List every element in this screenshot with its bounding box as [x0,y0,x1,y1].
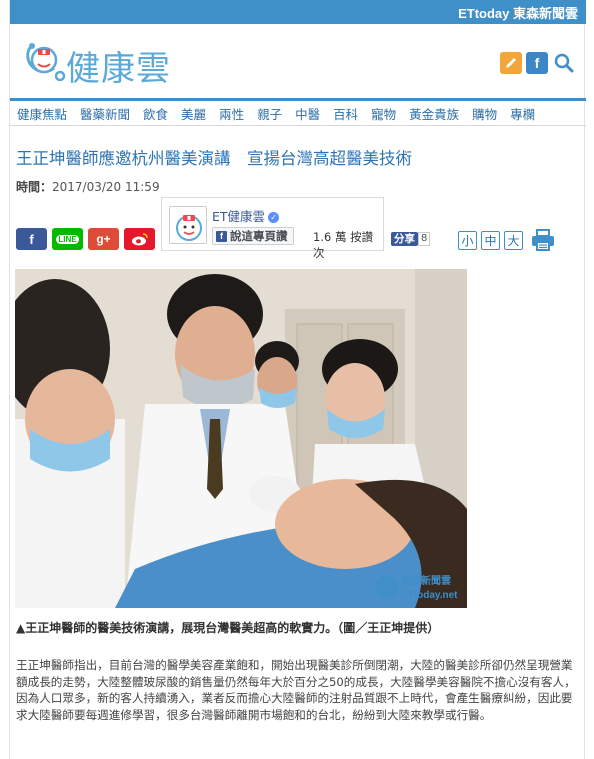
nav-item-health-focus[interactable]: 健康焦點 [17,104,67,123]
share-buttons: f LINE g+ [16,228,155,250]
article-datetime: 時間：2017/03/20 11:59 [16,178,160,195]
facebook-fan-box: ET健康雲 ✓ f 說這專頁讚 1.6 萬 按讚次 [161,197,384,260]
line-share-button[interactable]: LINE [52,228,83,250]
watermark-en: ETtoday.net [401,590,458,601]
top-bar: ETtoday 東森新聞雲 [10,0,586,24]
like-page-button[interactable]: f 說這專頁讚 [212,227,294,245]
font-medium-button[interactable]: 中 [481,230,500,250]
nav-item-encyclopedia[interactable]: 百科 [333,104,358,123]
nav-item-pets[interactable]: 寵物 [371,104,396,123]
facebook-share-button[interactable]: f [16,228,47,250]
page-name[interactable]: ET健康雲 ✓ [212,206,280,225]
print-icon[interactable] [531,229,555,251]
article-body: 王正坤醫師指出，目前台灣的醫學美容產業飽和，開始出現醫美診所倒閉潮，大陸的醫美診… [16,658,576,722]
font-large-button[interactable]: 大 [504,230,523,250]
stethoscope-logo-icon [26,43,66,82]
nav-item-diet[interactable]: 飲食 [143,104,168,123]
facebook-small-icon: f [216,230,227,242]
verified-icon: ✓ [268,212,280,223]
google-plus-share-button[interactable]: g+ [88,228,119,250]
page-frame: ETtoday 東森新聞雲 健康雲 f 健康焦點 醫藥新聞 飲食 美麗 兩性 親… [9,0,586,759]
nav-item-beauty[interactable]: 美麗 [181,104,206,123]
nav-item-golden-age[interactable]: 黃金貴族 [409,104,459,123]
font-size-controls: 小 中 大 [458,229,555,251]
line-label: LINE [56,234,79,244]
fb-share-label: 分享 [391,232,418,246]
ettoday-brand-link[interactable]: ETtoday 東森新聞雲 [458,3,578,22]
font-small-button[interactable]: 小 [458,230,477,250]
article-photo: 東森新聞雲 ETtoday.net [15,269,467,608]
photo-caption: ▲王正坤醫師的醫美技術演講，展現台灣醫美超高的軟實力。（圖／王正坤提供） [16,621,440,635]
page-name-text: ET健康雲 [212,209,266,224]
time-label: 時間： [16,180,53,194]
like-label: 說這專頁讚 [230,229,288,243]
like-count: 1.6 萬 按讚次 [313,230,374,260]
time-value: 2017/03/20 11:59 [52,180,160,194]
main-nav: 健康焦點 醫藥新聞 飲食 美麗 兩性 親子 中醫 百科 寵物 黃金貴族 購物 專… [10,98,586,126]
weibo-share-button[interactable] [124,228,155,250]
pen-icon[interactable] [500,52,522,74]
nav-item-shopping[interactable]: 購物 [472,104,497,123]
fb-share-count: 8 [418,232,431,246]
article-title: 王正坤醫師應邀杭州醫美演講 宣揚台灣高超醫美技術 [16,149,412,168]
search-icon[interactable] [552,52,576,74]
header-icons: f [500,52,576,74]
nav-item-gender[interactable]: 兩性 [219,104,244,123]
facebook-share-counter[interactable]: 分享 8 [391,232,431,246]
logo-text: 健康雲 [66,49,171,89]
site-logo[interactable]: 健康雲 [24,38,184,89]
site-header: 健康雲 f [10,24,586,98]
weibo-icon [131,233,148,246]
page-avatar[interactable] [169,206,207,244]
nav-item-columns[interactable]: 專欄 [510,104,535,123]
nav-item-chinese-medicine[interactable]: 中醫 [295,104,320,123]
gplus-label: g+ [96,232,111,246]
nav-item-medical-news[interactable]: 醫藥新聞 [80,104,130,123]
watermark-cn: 東森新聞雲 [401,574,451,587]
nav-item-parenting[interactable]: 親子 [257,104,282,123]
facebook-icon[interactable]: f [526,52,548,74]
doctors-demonstration-image: 東森新聞雲 ETtoday.net [15,269,467,608]
